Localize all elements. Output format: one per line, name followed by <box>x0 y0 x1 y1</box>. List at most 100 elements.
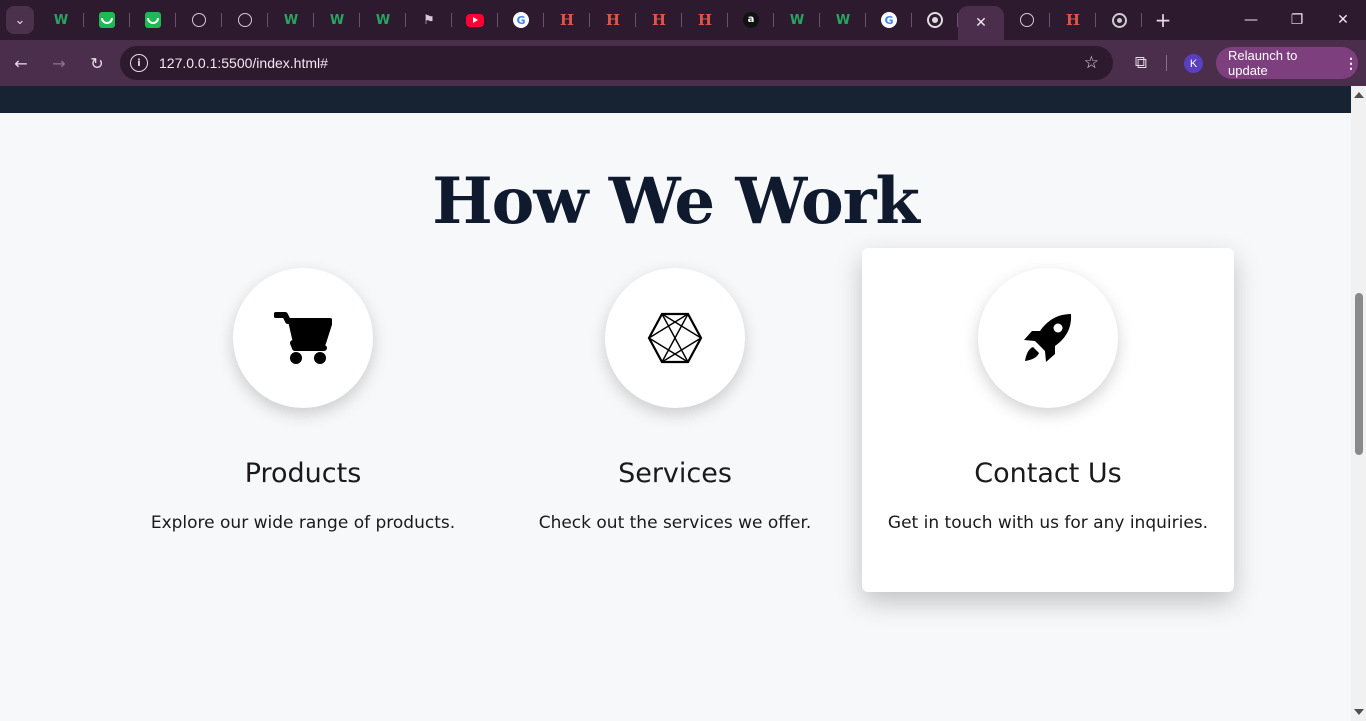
google-icon: G <box>513 12 529 28</box>
shopping-cart-icon <box>274 312 332 364</box>
card-description: Check out the services we offer. <box>538 513 812 533</box>
browser-tab[interactable] <box>912 0 958 40</box>
tab-search-button[interactable]: ⌄ <box>6 6 34 34</box>
tab-strip: ⌄ W W W W ⚑ G H H H H a W W G ✕ H + — ❐ … <box>0 0 1366 40</box>
browser-tab-active[interactable]: ✕ <box>958 6 1004 40</box>
ring-icon <box>927 12 943 28</box>
plus-icon: + <box>1154 8 1172 32</box>
card-title: Contact Us <box>974 458 1122 489</box>
browser-tab[interactable]: a <box>728 0 774 40</box>
extensions-button[interactable]: ⧉ <box>1126 46 1156 80</box>
browser-tab[interactable]: W <box>820 0 866 40</box>
profile-avatar[interactable]: K <box>1184 54 1203 73</box>
green-app-icon <box>145 12 161 28</box>
webflow-w-icon: W <box>835 12 851 28</box>
card-title: Services <box>618 458 732 489</box>
globe-icon <box>238 13 252 27</box>
card-products[interactable]: Products Explore our wide range of produ… <box>117 248 489 592</box>
card-icon-circle <box>978 268 1118 408</box>
rocket-icon <box>1024 314 1072 362</box>
browser-tab[interactable]: W <box>360 0 406 40</box>
hackerrank-h-icon: H <box>651 10 667 29</box>
webflow-w-icon: W <box>283 12 299 28</box>
relaunch-label: Relaunch to update <box>1228 48 1298 78</box>
restore-icon: ❐ <box>1290 12 1304 28</box>
browser-tab[interactable]: H <box>682 0 728 40</box>
new-tab-button[interactable]: + <box>1148 5 1178 35</box>
browser-tab[interactable]: W <box>268 0 314 40</box>
card-icon-circle <box>605 268 745 408</box>
browser-tab[interactable]: G <box>498 0 544 40</box>
browser-tab[interactable]: W <box>38 0 84 40</box>
window-controls: — ❐ ✕ <box>1228 0 1366 40</box>
card-services[interactable]: Services Check out the services we offer… <box>489 248 861 592</box>
flag-icon: ⚑ <box>423 12 435 28</box>
green-app-icon <box>99 12 115 28</box>
browser-tab[interactable] <box>452 0 498 40</box>
back-button[interactable]: ← <box>4 46 38 80</box>
close-icon: ✕ <box>1337 12 1349 28</box>
browser-tab[interactable]: ⚑ <box>406 0 452 40</box>
section-heading: How We Work <box>432 164 920 239</box>
forward-button[interactable]: → <box>42 46 76 80</box>
browser-tab[interactable]: W <box>314 0 360 40</box>
browser-tab[interactable] <box>176 0 222 40</box>
hackerrank-h-icon: H <box>697 10 713 29</box>
scroll-up-arrow-icon[interactable] <box>1354 92 1364 98</box>
youtube-icon <box>466 13 484 27</box>
browser-tab[interactable]: H <box>590 0 636 40</box>
browser-tab[interactable] <box>222 0 268 40</box>
tab-list: W W W W ⚑ G H H H H a W W G ✕ H <box>38 0 1142 40</box>
card-description: Get in touch with us for any inquiries. <box>887 513 1209 533</box>
browser-tab[interactable] <box>1004 0 1050 40</box>
webflow-w-icon: W <box>53 12 69 28</box>
arrow-right-icon: → <box>52 53 66 73</box>
browser-tab[interactable] <box>130 0 176 40</box>
webflow-w-icon: W <box>789 12 805 28</box>
close-icon[interactable]: ✕ <box>975 15 987 31</box>
hexagon-network-icon <box>647 312 703 364</box>
browser-tab[interactable]: H <box>636 0 682 40</box>
globe-icon <box>1020 13 1034 27</box>
globe-icon <box>192 13 206 27</box>
address-bar[interactable]: i 127.0.0.1:5500/index.html# ☆ <box>120 46 1113 80</box>
card-contact-us[interactable]: Contact Us Get in touch with us for any … <box>862 248 1234 592</box>
browser-tab[interactable] <box>84 0 130 40</box>
close-window-button[interactable]: ✕ <box>1320 0 1366 40</box>
url-text[interactable]: 127.0.0.1:5500/index.html# <box>159 55 328 71</box>
puzzle-icon: ⧉ <box>1134 53 1148 73</box>
chrome-icon <box>1111 12 1127 28</box>
more-vert-icon: ⋮ <box>1344 54 1358 71</box>
reload-icon: ↻ <box>90 53 104 73</box>
minimize-icon: — <box>1244 12 1258 28</box>
hackerrank-h-icon: H <box>1065 10 1081 29</box>
chevron-down-icon: ⌄ <box>14 12 26 28</box>
scrollbar-thumb[interactable] <box>1355 293 1363 455</box>
browser-tab[interactable]: W <box>774 0 820 40</box>
page-scrollbar[interactable] <box>1351 86 1366 721</box>
webflow-w-icon: W <box>329 12 345 28</box>
card-title: Products <box>244 458 362 489</box>
card-icon-circle <box>233 268 373 408</box>
google-icon: G <box>881 12 897 28</box>
relaunch-button[interactable]: Relaunch to update ⋮ <box>1216 47 1358 79</box>
page-viewport: How We Work Products Explore our wide ra… <box>0 86 1351 721</box>
amazon-a-icon: a <box>743 12 759 28</box>
header-band <box>0 86 1351 113</box>
browser-tab[interactable]: G <box>866 0 912 40</box>
browser-tab[interactable]: H <box>1050 0 1096 40</box>
hackerrank-h-icon: H <box>605 10 621 29</box>
toolbar-divider <box>1166 55 1167 71</box>
site-info-icon[interactable]: i <box>130 54 148 72</box>
restore-button[interactable]: ❐ <box>1274 0 1320 40</box>
reload-button[interactable]: ↻ <box>80 46 114 80</box>
browser-tab[interactable] <box>1096 0 1142 40</box>
card-description: Explore our wide range of products. <box>150 513 456 533</box>
hackerrank-h-icon: H <box>559 10 575 29</box>
bookmark-star-icon[interactable]: ☆ <box>1084 53 1099 73</box>
minimize-button[interactable]: — <box>1228 0 1274 40</box>
webflow-w-icon: W <box>375 12 391 28</box>
scroll-down-arrow-icon[interactable] <box>1354 709 1364 715</box>
browser-tab[interactable]: H <box>544 0 590 40</box>
browser-toolbar: ← → ↻ i 127.0.0.1:5500/index.html# ☆ ⧉ K… <box>0 40 1366 86</box>
